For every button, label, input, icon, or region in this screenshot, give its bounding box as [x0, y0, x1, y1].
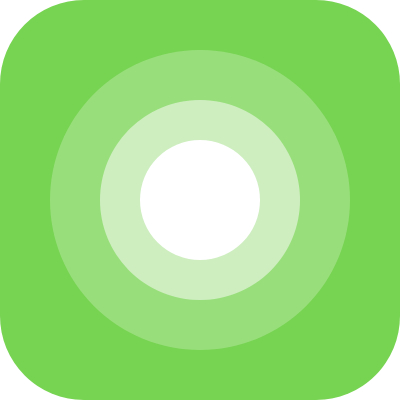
- app-icon[interactable]: [0, 0, 400, 400]
- app-icon-canvas: [0, 0, 400, 400]
- center-dot-icon: [140, 140, 260, 260]
